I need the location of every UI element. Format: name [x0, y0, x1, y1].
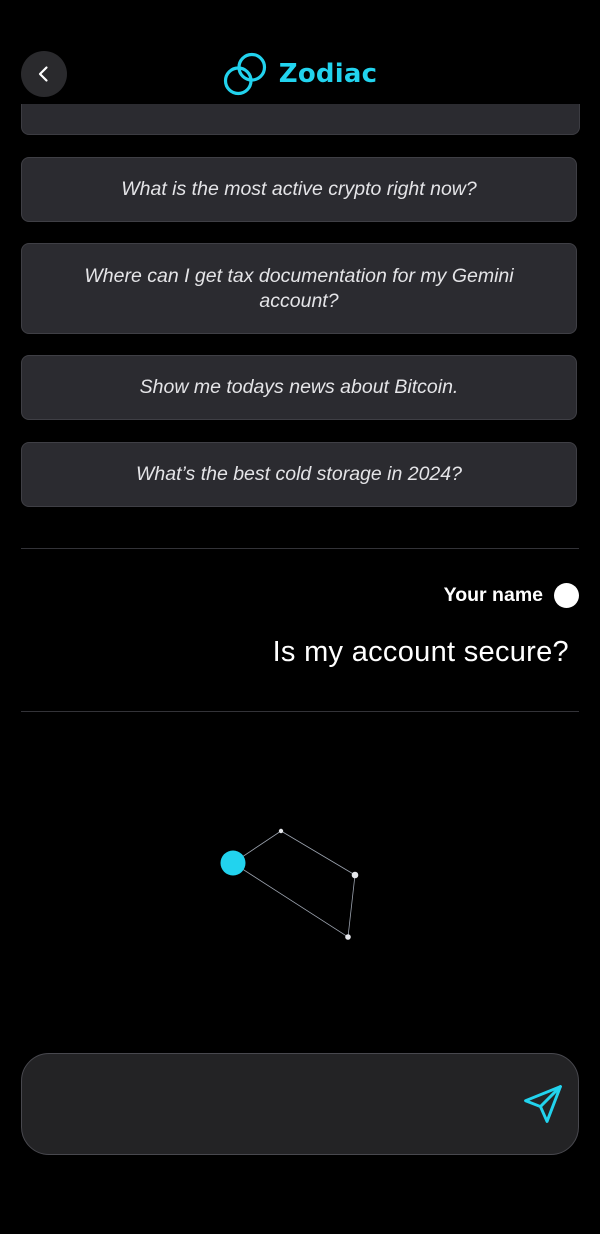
- suggestion-card-partial[interactable]: [21, 104, 580, 135]
- send-icon: [524, 1085, 562, 1123]
- suggestion-text: Show me todays news about Bitcoin.: [139, 376, 459, 398]
- gemini-logo-icon: [223, 52, 266, 96]
- suggestion-card[interactable]: What’s the best cold storage in 2024?: [21, 442, 577, 507]
- send-button[interactable]: [520, 1080, 566, 1128]
- suggestion-card[interactable]: Where can I get tax documentation for my…: [21, 243, 577, 334]
- suggestion-text: Where can I get tax documentation for my…: [84, 264, 514, 312]
- brand: Zodiac: [0, 50, 600, 98]
- avatar: [554, 582, 579, 608]
- suggestion-card[interactable]: Show me todays news about Bitcoin.: [21, 355, 577, 420]
- suggestion-card[interactable]: What is the most active crypto right now…: [21, 157, 577, 222]
- suggestion-text: What’s the best cold storage in 2024?: [136, 463, 462, 485]
- user-header: Your name: [444, 581, 579, 609]
- message-input[interactable]: [21, 1053, 579, 1155]
- divider: [21, 711, 579, 712]
- app-name: Zodiac: [278, 59, 378, 89]
- constellation-loading-icon: [220, 828, 359, 940]
- user-name: Your name: [443, 583, 543, 606]
- divider: [21, 548, 579, 549]
- user-message: Is my account secure?: [272, 636, 569, 668]
- suggestion-text: What is the most active crypto right now…: [121, 178, 477, 200]
